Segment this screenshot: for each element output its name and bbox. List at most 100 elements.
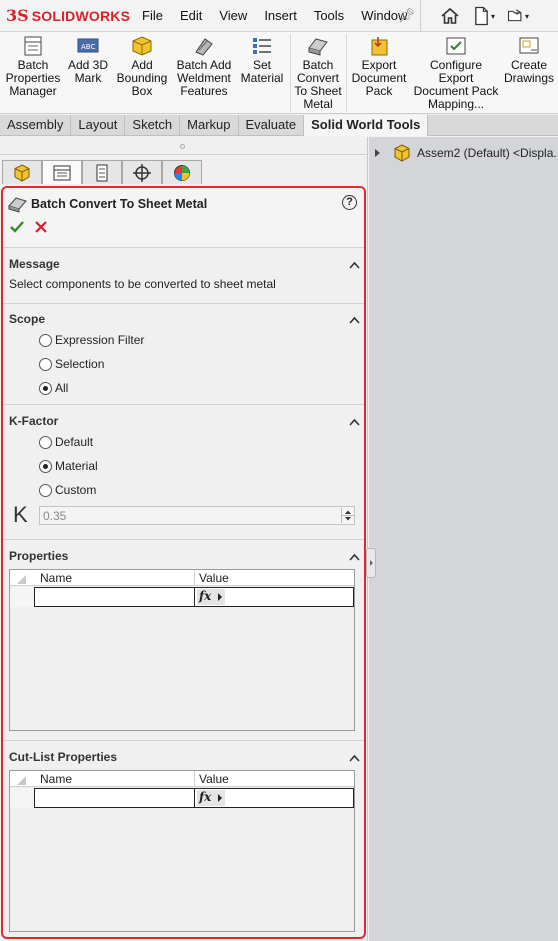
tab-assembly[interactable]: Assembly — [0, 115, 72, 136]
cut-list-properties-group: Cut-List Properties Name Value fx — [3, 742, 364, 937]
scope-expression-filter-radio[interactable]: Expression Filter — [39, 333, 144, 347]
group-title: Message — [9, 257, 60, 271]
property-manager-header: Batch Convert To Sheet Metal ? — [3, 188, 364, 248]
feature-manager-tab[interactable] — [2, 160, 42, 184]
dimxpert-manager-tab[interactable] — [122, 160, 162, 184]
pane-grip[interactable] — [180, 144, 185, 149]
kfactor-custom-radio[interactable]: Custom — [39, 483, 96, 497]
function-button[interactable]: fx — [197, 790, 225, 806]
chevron-down-icon[interactable]: ▾ — [491, 12, 495, 21]
batch-add-weldment-features-button[interactable]: Batch Add Weldment Features — [174, 36, 234, 98]
ok-button[interactable] — [10, 221, 24, 236]
row-header[interactable] — [10, 788, 34, 808]
weldment-icon — [193, 36, 215, 56]
scope-selection-radio[interactable]: Selection — [39, 357, 104, 371]
new-document-icon[interactable]: ▾ — [473, 5, 495, 27]
menu-edit[interactable]: Edit — [180, 8, 202, 23]
radio-circle[interactable] — [39, 483, 52, 497]
configure-export-document-pack-mapping-button[interactable]: Configure Export Document Pack Mapping..… — [412, 36, 500, 111]
k-factor-input[interactable] — [40, 507, 330, 524]
tab-layout[interactable]: Layout — [71, 115, 126, 136]
export-document-pack-button[interactable]: Export Document Pack — [350, 36, 408, 98]
k-factor-icon: K — [13, 502, 28, 527]
menu-view[interactable]: View — [219, 8, 247, 23]
radio-circle[interactable] — [39, 381, 52, 395]
radio-circle[interactable] — [39, 435, 52, 449]
property-name-cell[interactable] — [34, 587, 194, 607]
drawing-sheet-icon — [518, 36, 540, 56]
appearance-ball-icon — [174, 164, 190, 181]
svg-text:ABC: ABC — [81, 43, 95, 51]
ribbon-label: Drawings — [503, 71, 554, 85]
arrow-right-icon — [218, 593, 222, 601]
property-value-cell[interactable]: fx — [194, 587, 354, 607]
radio-circle[interactable] — [39, 357, 52, 371]
assembly-icon — [394, 144, 410, 162]
property-manager-tab[interactable] — [42, 160, 82, 184]
chevron-up-icon[interactable] — [349, 751, 360, 765]
display-manager-tab[interactable] — [162, 160, 202, 184]
radio-circle[interactable] — [39, 459, 52, 473]
add-bounding-box-button[interactable]: Add Bounding Box — [114, 36, 170, 98]
set-material-button[interactable]: Set Material — [236, 36, 288, 85]
kfactor-material-radio[interactable]: Material — [39, 459, 98, 473]
solidworks-logo[interactable]: 3S SOLIDWORKS — [6, 6, 130, 25]
property-name-cell[interactable] — [34, 788, 194, 808]
configure-mapping-icon — [445, 36, 467, 56]
chevron-up-icon[interactable] — [349, 550, 360, 564]
tab-markup[interactable]: Markup — [180, 115, 239, 136]
chevron-down-icon[interactable]: ▾ — [525, 12, 529, 21]
flyout-feature-tree[interactable]: Assem2 (Default) <Displa... — [375, 144, 558, 162]
batch-convert-to-sheet-metal-button[interactable]: Batch Convert To Sheet Metal — [292, 36, 344, 111]
pin-icon[interactable]: 📌︎ — [398, 7, 416, 24]
cancel-button[interactable] — [35, 221, 47, 236]
add-3d-mark-button[interactable]: ABC Add 3D Mark — [64, 36, 112, 85]
spin-up-icon[interactable] — [345, 510, 351, 515]
batch-properties-manager-button[interactable]: Batch Properties Manager — [4, 36, 62, 98]
column-value-header: Value — [199, 571, 229, 585]
spin-down-icon[interactable] — [345, 517, 351, 521]
graphics-area[interactable]: Assem2 (Default) <Displa... — [369, 137, 558, 941]
menu-tools[interactable]: Tools — [314, 8, 344, 23]
configuration-manager-tab[interactable] — [82, 160, 122, 184]
ribbon-label: Features — [180, 84, 228, 98]
column-value-header: Value — [199, 772, 229, 786]
radio-label: Default — [55, 435, 94, 449]
title-bar: 3S SOLIDWORKS File Edit View Insert Tool… — [0, 0, 558, 32]
properties-grid-icon — [22, 36, 44, 56]
home-icon[interactable] — [439, 5, 461, 27]
column-divider — [194, 771, 195, 787]
tab-solid-world-tools[interactable]: Solid World Tools — [304, 115, 429, 136]
message-text: Select components to be converted to she… — [9, 277, 276, 291]
scope-all-radio[interactable]: All — [39, 381, 68, 395]
create-drawings-button[interactable]: Create Drawings — [502, 36, 556, 85]
tab-sketch[interactable]: Sketch — [125, 115, 181, 136]
select-all-corner[interactable] — [17, 573, 26, 587]
chevron-up-icon[interactable] — [349, 258, 360, 272]
expand-arrow-icon[interactable] — [375, 149, 380, 157]
radio-label: Custom — [55, 483, 97, 497]
select-all-corner[interactable] — [17, 774, 26, 788]
assembly-root-label[interactable]: Assem2 (Default) <Displa... — [417, 146, 558, 160]
scope-group: Scope Expression Filter Selection All — [3, 304, 364, 405]
help-icon[interactable]: ? — [342, 195, 357, 210]
chevron-up-icon[interactable] — [349, 415, 360, 429]
group-title: Cut-List Properties — [9, 750, 118, 764]
k-factor-spinbox[interactable] — [39, 506, 355, 525]
table-header: Name Value — [10, 570, 354, 586]
spin-arrows[interactable] — [341, 508, 354, 523]
menu-file[interactable]: File — [142, 8, 163, 23]
tab-evaluate[interactable]: Evaluate — [239, 115, 305, 136]
property-value-cell[interactable]: fx — [194, 788, 354, 808]
kfactor-default-radio[interactable]: Default — [39, 435, 93, 449]
menu-insert[interactable]: Insert — [264, 8, 297, 23]
manager-pane: Batch Convert To Sheet Metal ? Message S… — [0, 137, 368, 941]
function-button[interactable]: fx — [197, 589, 225, 605]
table-row: fx — [10, 587, 354, 607]
pane-collapse-handle[interactable] — [366, 548, 376, 578]
open-document-icon[interactable]: ▾ — [507, 5, 529, 27]
chevron-up-icon[interactable] — [349, 313, 360, 327]
row-header[interactable] — [10, 587, 34, 607]
radio-circle[interactable] — [39, 333, 52, 347]
ribbon-label: Pack — [365, 84, 393, 98]
